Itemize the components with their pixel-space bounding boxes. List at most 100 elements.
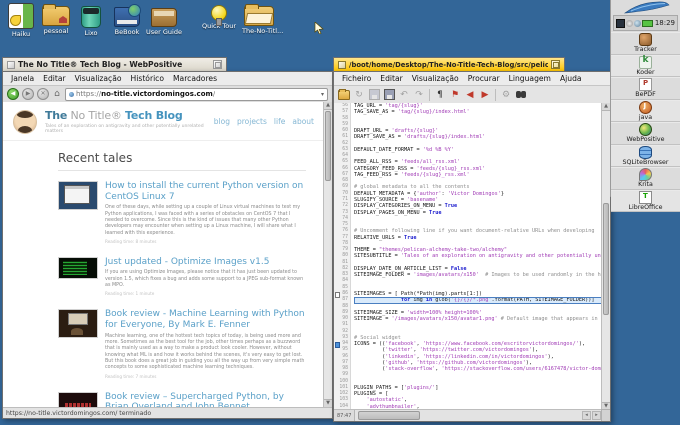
article-item: Book review – Supercharged Python, by Br…	[58, 392, 306, 407]
article-title-link[interactable]: Book review - Machine Learning with Pyth…	[105, 309, 306, 330]
article-thumbnail[interactable]	[58, 309, 98, 338]
menu-item[interactable]: Ficheiro	[338, 74, 375, 83]
menu-item[interactable]: Visualização	[71, 74, 126, 83]
scroll-up-icon[interactable]: ▲	[324, 102, 332, 110]
site-nav-link[interactable]: blog	[214, 117, 230, 126]
app-icon	[639, 168, 652, 181]
desktop-icon[interactable]: pessoal	[39, 3, 73, 35]
deskbar-app[interactable]: Koder	[611, 55, 680, 78]
tray-volume-icon[interactable]	[626, 20, 633, 27]
forward-button[interactable]: ▶	[22, 88, 34, 100]
editor-vscrollbar-thumb[interactable]	[603, 203, 609, 315]
home-button[interactable]: ⌂	[52, 89, 62, 99]
previous-bookmark-icon[interactable]: ◀	[464, 89, 476, 101]
save-as-icon[interactable]	[383, 89, 395, 101]
browser-scrollbar-thumb[interactable]	[325, 111, 331, 181]
deskbar-menu[interactable]	[611, 0, 680, 15]
editor-vscrollbar[interactable]: ▲ ▼	[601, 103, 610, 410]
menu-item[interactable]: Editar	[376, 74, 406, 83]
desktop-icon[interactable]: Quick Tour	[197, 3, 241, 30]
browser-window-tab[interactable]: The No Title® Tech Blog - WebPositive	[2, 57, 227, 71]
article-thumbnail[interactable]	[58, 181, 98, 210]
bookmark-icon[interactable]: ⚑	[449, 89, 461, 101]
desktop-icon[interactable]: User Guide	[146, 3, 182, 36]
article-list: How to install the current Python versio…	[58, 181, 306, 407]
editor-hscrollbar-thumb[interactable]	[358, 411, 420, 420]
resize-corner[interactable]	[601, 409, 610, 421]
desktop-icon[interactable]: BeBook	[109, 3, 145, 36]
menu-item[interactable]: Marcadores	[169, 74, 221, 83]
reload-icon[interactable]: ↻	[353, 89, 365, 101]
article-title-link[interactable]: How to install the current Python versio…	[105, 181, 306, 202]
save-icon[interactable]	[368, 89, 380, 101]
tray-monitor-icon[interactable]	[616, 19, 625, 28]
deskbar-app[interactable]: LibreOffice	[611, 190, 680, 213]
deskbar-clock[interactable]: 18:29	[655, 19, 675, 27]
app-label: LibreOffice	[629, 204, 663, 211]
editor-code[interactable]: TAG_URL = 'tag/{slug}'TAG_SAVE_AS = 'tag…	[351, 103, 602, 410]
deskbar-app[interactable]: SQLiteBrowser	[611, 145, 680, 168]
scroll-up-icon[interactable]: ▲	[602, 103, 610, 111]
zoom-button[interactable]	[213, 60, 222, 69]
article-title-link[interactable]: Just updated - Optimize Images v1.5	[105, 257, 306, 268]
scroll-left-icon[interactable]: ◂	[582, 411, 591, 420]
deskbar-app[interactable]: Tracker	[611, 32, 680, 55]
menu-item[interactable]: Ajuda	[556, 74, 586, 83]
site-nav-link[interactable]: life	[274, 117, 285, 126]
find-binoculars-icon[interactable]	[515, 89, 527, 101]
scroll-right-icon[interactable]: ▸	[592, 411, 601, 420]
scroll-down-icon[interactable]: ▼	[324, 399, 332, 407]
deskbar-app[interactable]: Krita	[611, 167, 680, 190]
article-thumbnail[interactable]	[58, 257, 98, 279]
show-whitespace-icon[interactable]: ¶	[434, 89, 446, 101]
code-editor[interactable]: 5657585960616263646566676869707172737475…	[334, 103, 602, 410]
desktop-icon-label: Lixo	[74, 29, 108, 37]
section-heading: Recent tales	[58, 151, 306, 165]
editor-window-tab[interactable]: /boot/home/Desktop/The-No-Title-Tech-Blo…	[333, 57, 565, 71]
deskbar-app[interactable]: WebPositive	[611, 122, 680, 145]
menu-item[interactable]: Janela	[7, 74, 38, 83]
menu-item[interactable]: Histórico	[127, 74, 168, 83]
desktop-icon[interactable]: Lixo	[74, 3, 108, 37]
site-nav-link[interactable]: projects	[237, 117, 267, 126]
desktop-icons: Haiku pessoal Lixo BeBook User Guide Qui…	[4, 3, 277, 38]
tray-battery-icon[interactable]	[642, 20, 653, 27]
browser-scrollbar[interactable]: ▲ ▼	[323, 102, 332, 407]
redo-icon[interactable]: ↷	[413, 89, 425, 101]
app-label: Koder	[636, 69, 654, 76]
undo-icon[interactable]: ↶	[398, 89, 410, 101]
menu-item[interactable]: Linguagem	[505, 74, 555, 83]
close-button[interactable]	[338, 61, 346, 69]
menu-item[interactable]: Editar	[39, 74, 69, 83]
deskbar-app[interactable]: BePDF	[611, 77, 680, 100]
url-dropdown-icon[interactable]: ▾	[321, 91, 324, 98]
desktop-icon-label: pessoal	[39, 27, 73, 35]
article-reading-time: Reading time: 1 minute	[105, 291, 306, 296]
browser-status-text: https://no-title.victordomingos.com/ ter…	[6, 410, 151, 417]
article-thumbnail[interactable]	[58, 392, 98, 407]
open-file-icon[interactable]	[338, 89, 350, 101]
browser-navbar: ◀ ▶ ✕ ⌂ https://no-title.victordomingos.…	[3, 86, 332, 103]
next-bookmark-icon[interactable]: ▶	[479, 89, 491, 101]
close-button[interactable]	[7, 61, 15, 69]
menu-item[interactable]: Visualização	[408, 74, 463, 83]
stop-button[interactable]: ✕	[37, 88, 49, 100]
editor-hscrollbar[interactable]: 87:47 ◂ ▸	[334, 409, 602, 421]
deskbar-app[interactable]: java	[611, 100, 680, 123]
deskbar-tray: 18:29	[613, 15, 678, 31]
menu-item[interactable]: Procurar	[464, 74, 504, 83]
site-title[interactable]: The No Title® Tech Blog	[45, 109, 214, 122]
app-label: WebPositive	[626, 136, 664, 143]
site-nav-link[interactable]: about	[292, 117, 314, 126]
article-reading-time: Reading time: 7 minutes	[105, 374, 306, 379]
desktop-icon[interactable]: Haiku	[4, 3, 38, 38]
back-button[interactable]: ◀	[7, 88, 19, 100]
article-title-link[interactable]: Book review – Supercharged Python, by Br…	[105, 392, 306, 407]
zoom-button[interactable]	[551, 60, 560, 69]
desktop-icon[interactable]: The-No-Titl...	[242, 3, 276, 35]
url-field[interactable]: https://no-title.victordomingos.com/ ▾	[65, 88, 328, 101]
browser-viewport: The No Title® Tech Blog Tales of an expl…	[3, 102, 324, 407]
settings-gear-icon[interactable]: ⚙	[500, 89, 512, 101]
app-icon	[639, 101, 652, 114]
tray-network-icon[interactable]	[634, 20, 641, 27]
